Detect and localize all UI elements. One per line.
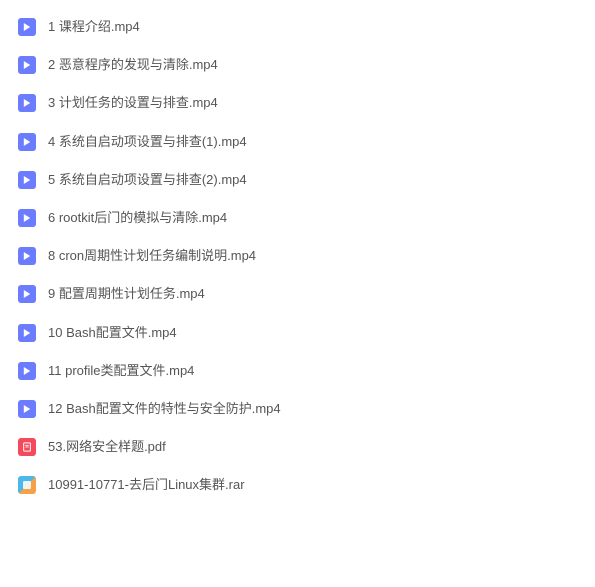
video-icon <box>18 324 36 342</box>
file-item[interactable]: 1 课程介绍.mp4 <box>0 8 595 46</box>
pdf-icon <box>18 438 36 456</box>
file-name: 10 Bash配置文件.mp4 <box>48 324 177 342</box>
file-name: 11 profile类配置文件.mp4 <box>48 362 194 380</box>
video-icon <box>18 133 36 151</box>
archive-icon <box>18 476 36 494</box>
file-item[interactable]: 8 cron周期性计划任务编制说明.mp4 <box>0 237 595 275</box>
file-name: 53.网络安全样题.pdf <box>48 438 166 456</box>
video-icon <box>18 56 36 74</box>
file-name: 3 计划任务的设置与排查.mp4 <box>48 94 218 112</box>
file-item[interactable]: 12 Bash配置文件的特性与安全防护.mp4 <box>0 390 595 428</box>
video-icon <box>18 247 36 265</box>
video-icon <box>18 209 36 227</box>
video-icon <box>18 18 36 36</box>
file-item[interactable]: 53.网络安全样题.pdf <box>0 428 595 466</box>
video-icon <box>18 94 36 112</box>
file-name: 1 课程介绍.mp4 <box>48 18 140 36</box>
file-item[interactable]: 10 Bash配置文件.mp4 <box>0 314 595 352</box>
file-name: 8 cron周期性计划任务编制说明.mp4 <box>48 247 256 265</box>
video-icon <box>18 362 36 380</box>
file-item[interactable]: 5 系统自启动项设置与排查(2).mp4 <box>0 161 595 199</box>
file-name: 6 rootkit后门的模拟与清除.mp4 <box>48 209 227 227</box>
file-name: 12 Bash配置文件的特性与安全防护.mp4 <box>48 400 281 418</box>
file-item[interactable]: 6 rootkit后门的模拟与清除.mp4 <box>0 199 595 237</box>
file-name: 10991-10771-去后门Linux集群.rar <box>48 476 245 494</box>
file-item[interactable]: 9 配置周期性计划任务.mp4 <box>0 275 595 313</box>
file-name: 4 系统自启动项设置与排查(1).mp4 <box>48 133 247 151</box>
file-name: 9 配置周期性计划任务.mp4 <box>48 285 205 303</box>
file-name: 2 恶意程序的发现与清除.mp4 <box>48 56 218 74</box>
file-item[interactable]: 3 计划任务的设置与排查.mp4 <box>0 84 595 122</box>
file-item[interactable]: 2 恶意程序的发现与清除.mp4 <box>0 46 595 84</box>
file-name: 5 系统自启动项设置与排查(2).mp4 <box>48 171 247 189</box>
file-item[interactable]: 4 系统自启动项设置与排查(1).mp4 <box>0 123 595 161</box>
file-item[interactable]: 10991-10771-去后门Linux集群.rar <box>0 466 595 504</box>
video-icon <box>18 285 36 303</box>
file-item[interactable]: 11 profile类配置文件.mp4 <box>0 352 595 390</box>
video-icon <box>18 400 36 418</box>
video-icon <box>18 171 36 189</box>
file-list: 1 课程介绍.mp4 2 恶意程序的发现与清除.mp4 3 计划任务的设置与排查… <box>0 8 595 504</box>
